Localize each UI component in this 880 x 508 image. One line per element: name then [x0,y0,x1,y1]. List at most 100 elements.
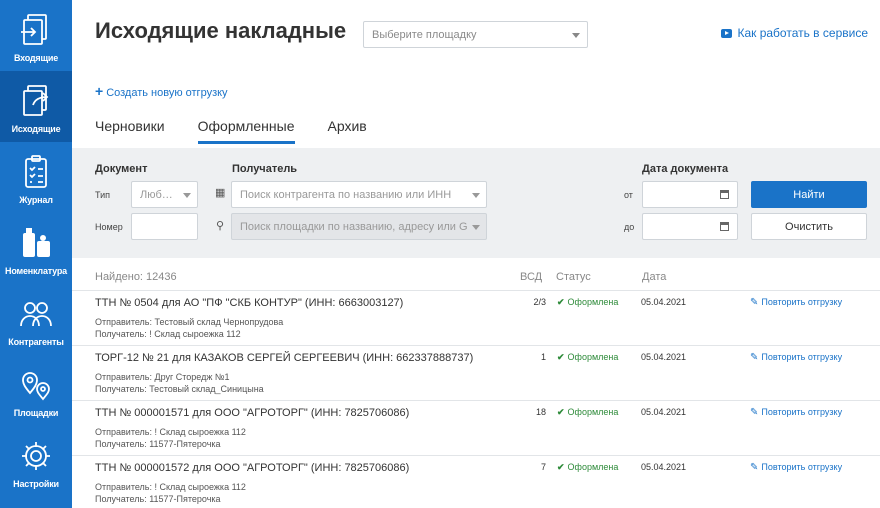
sidebar-item-journal[interactable]: Журнал [0,142,72,213]
date-to-label: до [624,222,635,232]
repeat-shipment-button[interactable]: ✎ Повторить отгрузку [750,462,842,473]
site-select-placeholder: Выберите площадку [372,29,477,41]
status-text: Оформлена [567,297,619,307]
check-icon: ✔ [557,462,565,472]
recipient-label: Получатель [232,163,298,175]
create-shipment-link[interactable]: + Создать новую отгрузку [95,83,228,99]
gear-icon [22,442,50,470]
journal-icon [25,155,47,188]
document-date-label: Дата документа [642,163,729,175]
table-row[interactable]: ТТН № 000001571 для ООО "АГРОТОРГ" (ИНН:… [72,400,880,455]
sidebar-item-label: Входящие [13,53,59,63]
sidebar: Входящие Исходящие Журнал Номенклатура К… [0,0,72,508]
help-link-label: Как работать в сервисе [737,26,868,40]
page-title: Исходящие накладные [95,18,347,43]
row-date: 05.04.2021 [641,462,687,472]
type-label: Тип [95,190,111,200]
row-recipient: Получатель: 11577-Пятерочка [95,494,221,504]
repeat-icon: ✎ [750,462,759,473]
table-row[interactable]: ТТН № 000001572 для ООО "АГРОТОРГ" (ИНН:… [72,455,880,508]
sidebar-item-label: Журнал [19,195,53,205]
repeat-shipment-button[interactable]: ✎ Повторить отгрузку [750,407,842,418]
plus-icon: + [95,83,104,99]
row-title[interactable]: ТТН № 000001572 для ООО "АГРОТОРГ" (ИНН:… [95,462,409,474]
check-icon: ✔ [557,407,565,417]
tab-drafts[interactable]: Черновики [95,118,165,144]
chevron-down-icon [472,225,480,230]
row-title[interactable]: ТОРГ-12 № 21 для КАЗАКОВ СЕРГЕЙ СЕРГЕЕВИ… [95,352,473,364]
repeat-icon: ✎ [750,297,759,308]
row-recipient: Получатель: 11577-Пятерочка [95,439,221,449]
repeat-shipment-button[interactable]: ✎ Повторить отгрузку [750,352,842,363]
site-search-placeholder: Поиск площадки по названию, адресу или G [240,221,468,233]
repeat-shipment-label: Повторить отгрузку [761,407,843,417]
repeat-icon: ✎ [750,352,759,363]
location-pin-icon: ⚲ [216,220,225,232]
status-text: Оформлена [567,407,619,417]
tabs: Черновики Оформленные Архив [95,118,400,144]
sidebar-item-label: Исходящие [11,124,61,134]
help-link[interactable]: Как работать в сервисе [721,26,868,40]
status-badge: ✔ Оформлена [557,407,618,418]
tab-issued[interactable]: Оформленные [197,118,295,144]
table-row[interactable]: ТТН № 0504 для АО "ПФ "СКБ КОНТУР" (ИНН:… [72,290,880,345]
date-to-input[interactable] [642,213,738,240]
calendar-icon [720,222,729,231]
date-from-input[interactable] [642,181,738,208]
row-sender: Отправитель: Тестовый склад Чернопрудова [95,317,284,327]
recipient-search-placeholder: Поиск контрагента по названию или ИНН [240,189,452,201]
row-vsd: 1 [540,352,546,362]
row-date: 05.04.2021 [641,352,687,362]
site-search[interactable]: Поиск площадки по названию, адресу или G [231,213,487,240]
sidebar-item-settings[interactable]: Настройки [0,426,72,497]
number-label: Номер [95,222,123,232]
chevron-down-icon [472,193,480,198]
tab-archive[interactable]: Архив [328,118,367,144]
check-icon: ✔ [557,297,565,307]
row-title[interactable]: ТТН № 000001571 для ООО "АГРОТОРГ" (ИНН:… [95,407,409,419]
found-count: Найдено: 12436 [95,271,177,283]
incoming-icon [21,14,47,45]
row-recipient: Получатель: ! Склад сыроежка 112 [95,329,241,339]
site-select[interactable]: Выберите площадку [363,21,588,48]
recipient-search[interactable]: Поиск контрагента по названию или ИНН [231,181,487,208]
chevron-down-icon [572,33,580,38]
chevron-down-icon [183,193,191,198]
row-title[interactable]: ТТН № 0504 для АО "ПФ "СКБ КОНТУР" (ИНН:… [95,297,403,309]
row-date: 05.04.2021 [641,297,687,307]
locations-icon [22,372,50,401]
outgoing-icon [23,85,49,116]
row-sender: Отправитель: ! Склад сыроежка 112 [95,427,246,437]
sidebar-item-contractors[interactable]: Контрагенты [0,284,72,355]
table-row[interactable]: ТОРГ-12 № 21 для КАЗАКОВ СЕРГЕЙ СЕРГЕЕВИ… [72,345,880,400]
status-text: Оформлена [567,462,619,472]
sidebar-item-label: Контрагенты [8,337,64,347]
sidebar-item-nomenclature[interactable]: Номенклатура [0,213,72,284]
find-button[interactable]: Найти [751,181,867,208]
video-play-icon [721,28,733,38]
filter-panel: Документ Тип Люб… Номер Получатель ▦ Пои… [72,148,880,258]
clear-button[interactable]: Очистить [751,213,867,240]
number-input[interactable] [131,213,198,240]
repeat-shipment-label: Повторить отгрузку [761,462,843,472]
check-icon: ✔ [557,352,565,362]
status-badge: ✔ Оформлена [557,297,618,308]
building-icon: ▦ [215,187,226,199]
nomenclature-icon [23,228,50,257]
sidebar-item-label: Площадки [13,408,59,418]
sidebar-item-locations[interactable]: Площадки [0,355,72,426]
create-shipment-label: Создать новую отгрузку [106,87,228,99]
calendar-icon [720,190,729,199]
sidebar-item-incoming[interactable]: Входящие [0,0,72,71]
status-badge: ✔ Оформлена [557,352,618,363]
type-select[interactable]: Люб… [131,181,198,208]
date-from-label: от [624,190,633,200]
row-sender: Отправитель: ! Склад сыроежка 112 [95,482,246,492]
document-label: Документ [95,163,148,175]
repeat-shipment-label: Повторить отгрузку [761,352,843,362]
row-vsd: 2/3 [533,297,546,307]
repeat-shipment-button[interactable]: ✎ Повторить отгрузку [750,297,842,308]
column-header-date: Дата [642,271,667,283]
column-header-vsd: ВСД [520,271,543,283]
sidebar-item-outgoing[interactable]: Исходящие [0,71,72,142]
